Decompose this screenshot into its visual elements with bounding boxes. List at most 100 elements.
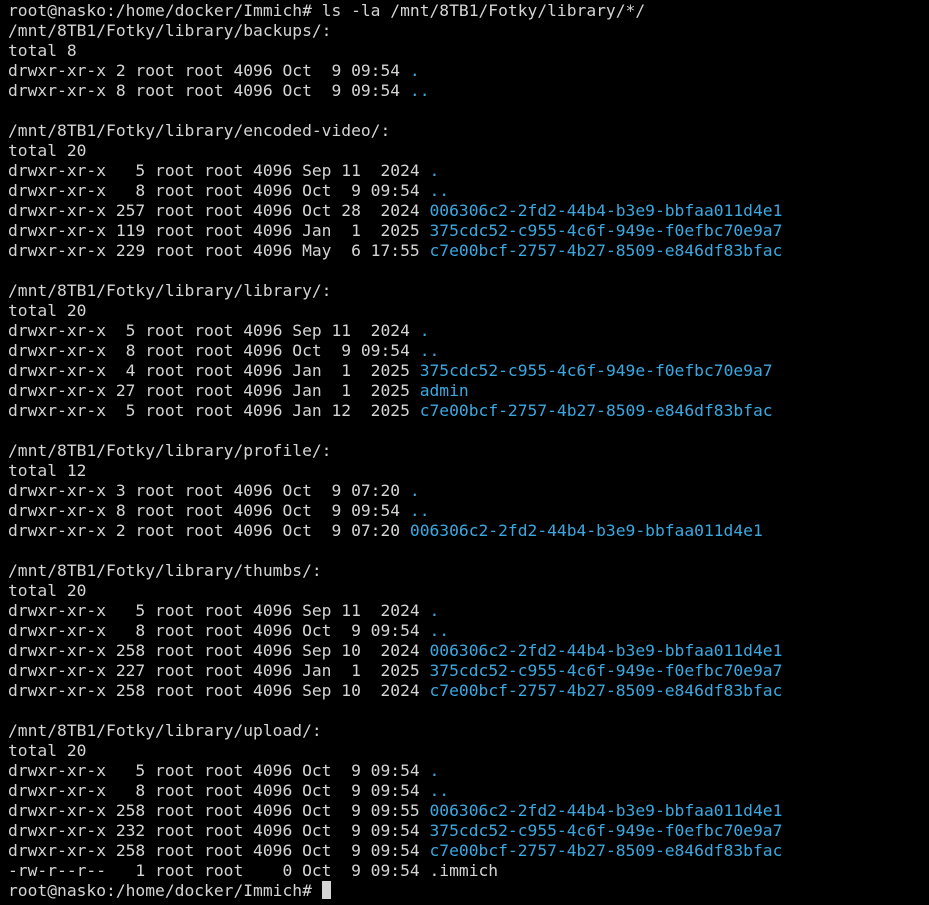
listing-entry: drwxr-xr-x 5 root root 4096 Sep 11 2024 …: [8, 161, 929, 181]
entry-metadata: drwxr-xr-x 3 root root 4096 Oct 9 07:20: [8, 481, 410, 500]
entry-metadata: drwxr-xr-x 2 root root 4096 Oct 9 07:20: [8, 521, 410, 540]
entry-metadata: drwxr-xr-x 8 root root 4096 Oct 9 09:54: [8, 621, 430, 640]
output-text: /mnt/8TB1/Fotky/library/backups/:: [8, 21, 332, 40]
terminal-window[interactable]: root@nasko:/home/docker/Immich# ls -la /…: [0, 0, 929, 905]
entry-directory-name: 006306c2-2fd2-44b4-b3e9-bbfaa011d4e1: [409, 521, 763, 540]
entry-directory-name: ..: [409, 81, 430, 100]
entry-directory-name: 375cdc52-c955-4c6f-949e-f0efbc70e9a7: [429, 661, 783, 680]
entry-metadata: drwxr-xr-x 258 root root 4096 Oct 9 09:5…: [8, 841, 430, 860]
output-text: /mnt/8TB1/Fotky/library/encoded-video/:: [8, 121, 391, 140]
entry-directory-name: 006306c2-2fd2-44b4-b3e9-bbfaa011d4e1: [429, 201, 783, 220]
output-line: /mnt/8TB1/Fotky/library/backups/:: [8, 21, 929, 41]
entry-metadata: drwxr-xr-x 5 root root 4096 Sep 11 2024: [8, 321, 420, 340]
output-line: total 20: [8, 581, 929, 601]
entry-metadata: drwxr-xr-x 5 root root 4096 Jan 12 2025: [8, 401, 420, 420]
entry-directory-name: c7e00bcf-2757-4b27-8509-e846df83bfac: [419, 401, 773, 420]
entry-directory-name: c7e00bcf-2757-4b27-8509-e846df83bfac: [429, 241, 783, 260]
command-line: root@nasko:/home/docker/Immich# ls -la /…: [8, 1, 929, 21]
entry-directory-name: c7e00bcf-2757-4b27-8509-e846df83bfac: [429, 681, 783, 700]
entry-directory-name: 375cdc52-c955-4c6f-949e-f0efbc70e9a7: [429, 821, 783, 840]
entry-directory-name: ..: [429, 621, 450, 640]
entry-directory-name: ..: [429, 181, 450, 200]
entry-metadata: drwxr-xr-x 5 root root 4096 Oct 9 09:54: [8, 761, 430, 780]
listing-entry: drwxr-xr-x 232 root root 4096 Oct 9 09:5…: [8, 821, 929, 841]
output-text: total 20: [8, 581, 87, 600]
entry-directory-name: .: [429, 601, 440, 620]
listing-entry: drwxr-xr-x 8 root root 4096 Oct 9 09:54 …: [8, 81, 929, 101]
entry-metadata: drwxr-xr-x 8 root root 4096 Oct 9 09:54: [8, 781, 430, 800]
entry-directory-name: ..: [419, 341, 440, 360]
listing-entry: drwxr-xr-x 257 root root 4096 Oct 28 202…: [8, 201, 929, 221]
listing-entry: drwxr-xr-x 119 root root 4096 Jan 1 2025…: [8, 221, 929, 241]
entry-metadata: drwxr-xr-x 4 root root 4096 Jan 1 2025: [8, 361, 420, 380]
shell-prompt: root@nasko:/home/docker/Immich#: [8, 881, 322, 900]
listing-entry: drwxr-xr-x 258 root root 4096 Sep 10 202…: [8, 641, 929, 661]
output-line: /mnt/8TB1/Fotky/library/encoded-video/:: [8, 121, 929, 141]
listing-entry: drwxr-xr-x 8 root root 4096 Oct 9 09:54 …: [8, 781, 929, 801]
listing-entry: drwxr-xr-x 27 root root 4096 Jan 1 2025 …: [8, 381, 929, 401]
output-line: total 12: [8, 461, 929, 481]
entry-directory-name: .: [419, 321, 430, 340]
entry-metadata: drwxr-xr-x 227 root root 4096 Jan 1 2025: [8, 661, 430, 680]
listing-entry: drwxr-xr-x 258 root root 4096 Oct 9 09:5…: [8, 841, 929, 861]
entry-directory-name: .: [409, 61, 420, 80]
listing-entry: drwxr-xr-x 5 root root 4096 Sep 11 2024 …: [8, 321, 929, 341]
output-line: /mnt/8TB1/Fotky/library/profile/:: [8, 441, 929, 461]
output-text: total 12: [8, 461, 87, 480]
output-text: /mnt/8TB1/Fotky/library/library/:: [8, 281, 332, 300]
listing-entry: drwxr-xr-x 5 root root 4096 Jan 12 2025 …: [8, 401, 929, 421]
listing-entry: drwxr-xr-x 4 root root 4096 Jan 1 2025 3…: [8, 361, 929, 381]
entry-directory-name: admin: [419, 381, 469, 400]
shell-command: ls -la /mnt/8TB1/Fotky/library/*/: [321, 1, 646, 20]
output-line: /mnt/8TB1/Fotky/library/upload/:: [8, 721, 929, 741]
entry-directory-name: ..: [409, 501, 430, 520]
entry-metadata: drwxr-xr-x 8 root root 4096 Oct 9 09:54: [8, 81, 410, 100]
entry-directory-name: 375cdc52-c955-4c6f-949e-f0efbc70e9a7: [419, 361, 773, 380]
entry-metadata: drwxr-xr-x 257 root root 4096 Oct 28 202…: [8, 201, 430, 220]
entry-metadata: drwxr-xr-x 2 root root 4096 Oct 9 09:54: [8, 61, 410, 80]
listing-entry: drwxr-xr-x 5 root root 4096 Oct 9 09:54 …: [8, 761, 929, 781]
entry-directory-name: c7e00bcf-2757-4b27-8509-e846df83bfac: [429, 841, 783, 860]
entry-metadata: drwxr-xr-x 5 root root 4096 Sep 11 2024: [8, 601, 430, 620]
active-prompt-line: root@nasko:/home/docker/Immich#: [8, 881, 929, 901]
entry-directory-name: ..: [429, 781, 450, 800]
listing-entry: drwxr-xr-x 5 root root 4096 Sep 11 2024 …: [8, 601, 929, 621]
entry-directory-name: .: [409, 481, 420, 500]
listing-entry: drwxr-xr-x 227 root root 4096 Jan 1 2025…: [8, 661, 929, 681]
listing-entry: drwxr-xr-x 2 root root 4096 Oct 9 09:54 …: [8, 61, 929, 81]
output-line: total 8: [8, 41, 929, 61]
listing-entry: drwxr-xr-x 3 root root 4096 Oct 9 07:20 …: [8, 481, 929, 501]
output-text: total 20: [8, 141, 87, 160]
entry-directory-name: 375cdc52-c955-4c6f-949e-f0efbc70e9a7: [429, 221, 783, 240]
listing-entry: drwxr-xr-x 8 root root 4096 Oct 9 09:54 …: [8, 501, 929, 521]
entry-metadata: drwxr-xr-x 8 root root 4096 Oct 9 09:54: [8, 341, 420, 360]
shell-prompt: root@nasko:/home/docker/Immich#: [8, 1, 322, 20]
output-text: total 20: [8, 301, 87, 320]
entry-directory-name: 006306c2-2fd2-44b4-b3e9-bbfaa011d4e1: [429, 801, 783, 820]
entry-metadata: drwxr-xr-x 8 root root 4096 Oct 9 09:54: [8, 501, 410, 520]
listing-entry: drwxr-xr-x 258 root root 4096 Oct 9 09:5…: [8, 801, 929, 821]
output-line: total 20: [8, 741, 929, 761]
listing-entry: drwxr-xr-x 258 root root 4096 Sep 10 202…: [8, 681, 929, 701]
listing-entry: drwxr-xr-x 8 root root 4096 Oct 9 09:54 …: [8, 341, 929, 361]
entry-metadata: drwxr-xr-x 258 root root 4096 Sep 10 202…: [8, 641, 430, 660]
output-text: total 8: [8, 41, 77, 60]
output-line: total 20: [8, 301, 929, 321]
output-line: /mnt/8TB1/Fotky/library/library/:: [8, 281, 929, 301]
entry-metadata: drwxr-xr-x 8 root root 4096 Oct 9 09:54: [8, 181, 430, 200]
entry-metadata: drwxr-xr-x 229 root root 4096 May 6 17:5…: [8, 241, 430, 260]
entry-metadata: drwxr-xr-x 27 root root 4096 Jan 1 2025: [8, 381, 420, 400]
entry-directory-name: .: [429, 161, 440, 180]
entry-directory-name: .: [429, 761, 440, 780]
listing-entry: drwxr-xr-x 229 root root 4096 May 6 17:5…: [8, 241, 929, 261]
output-text: total 20: [8, 741, 87, 760]
text-cursor[interactable]: [321, 881, 331, 899]
output-text: -rw-r--r-- 1 root root 0 Oct 9 09:54 .im…: [8, 861, 499, 880]
entry-metadata: drwxr-xr-x 258 root root 4096 Oct 9 09:5…: [8, 801, 430, 820]
entry-metadata: drwxr-xr-x 232 root root 4096 Oct 9 09:5…: [8, 821, 430, 840]
